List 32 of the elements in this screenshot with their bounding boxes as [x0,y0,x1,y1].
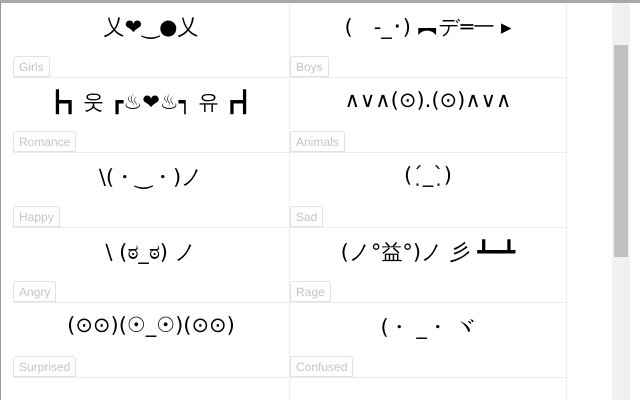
emoticon-text: \ (ಠ_ಠ) ノ [104,239,198,266]
scrollbar-track[interactable] [612,3,630,400]
category-label: Rage [290,281,331,302]
scrollbar-thumb[interactable] [614,45,628,257]
emoticon-text: 乂❤‿●乂 [102,14,200,41]
emoticon-card[interactable]: (ˊ̣_ˋ̣) Sad [290,153,567,228]
category-label: Confused [290,356,354,377]
emoticon-card[interactable]: (⊙⊙)(☉_☉)(⊙⊙) Surprised [13,303,290,378]
emoticon-text: (ノ°益°)ノ 彡 ┻━┻ [340,238,516,266]
emoticon-card[interactable]: 乂❤‿●乂 Girls [13,3,290,78]
category-label: Animals [290,131,345,152]
category-label: Boys [290,56,329,77]
emoticon-card[interactable]: (・ _・ ヾ Confused [290,303,567,378]
emoticon-text: ( -_･) ︻デ═一 ▸ [344,14,512,41]
emoticon-card[interactable]: ┣┓ 웃 ┏♨❤♨┑ 유 ┏┫ Romance [13,78,290,153]
emoticon-card[interactable]: \ (ಠ_ಠ) ノ Angry [13,228,290,303]
category-label: Angry [13,281,56,302]
category-label: Romance [13,131,76,152]
emoticon-text: (⊙⊙)(☉_☉)(⊙⊙) [66,312,236,337]
emoticon-text: (・ _・ ヾ [379,314,477,341]
emoticon-text: ┣┓ 웃 ┏♨❤♨┑ 유 ┏┫ [50,88,252,116]
emoticon-card[interactable]: \(・‿・)ノ Happy [13,153,290,228]
category-label: Surprised [13,356,76,377]
category-label: Sad [290,206,324,227]
emoticon-text: \(・‿・)ノ [98,164,204,191]
emoticon-card[interactable]: ( -_･) ︻デ═一 ▸ Boys [290,3,567,78]
category-label: Happy [13,206,60,227]
emoticon-card[interactable]: ∧∨∧(⊙).(⊙)∧∨∧ Animals [290,78,567,153]
emoticon-card[interactable]: (ノ°益°)ノ 彡 ┻━┻ Rage [290,228,567,303]
emoticon-text: (ˊ̣_ˋ̣) [403,162,453,187]
emoticon-text: ∧∨∧(⊙).(⊙)∧∨∧ [344,87,512,112]
category-label: Girls [13,56,50,77]
